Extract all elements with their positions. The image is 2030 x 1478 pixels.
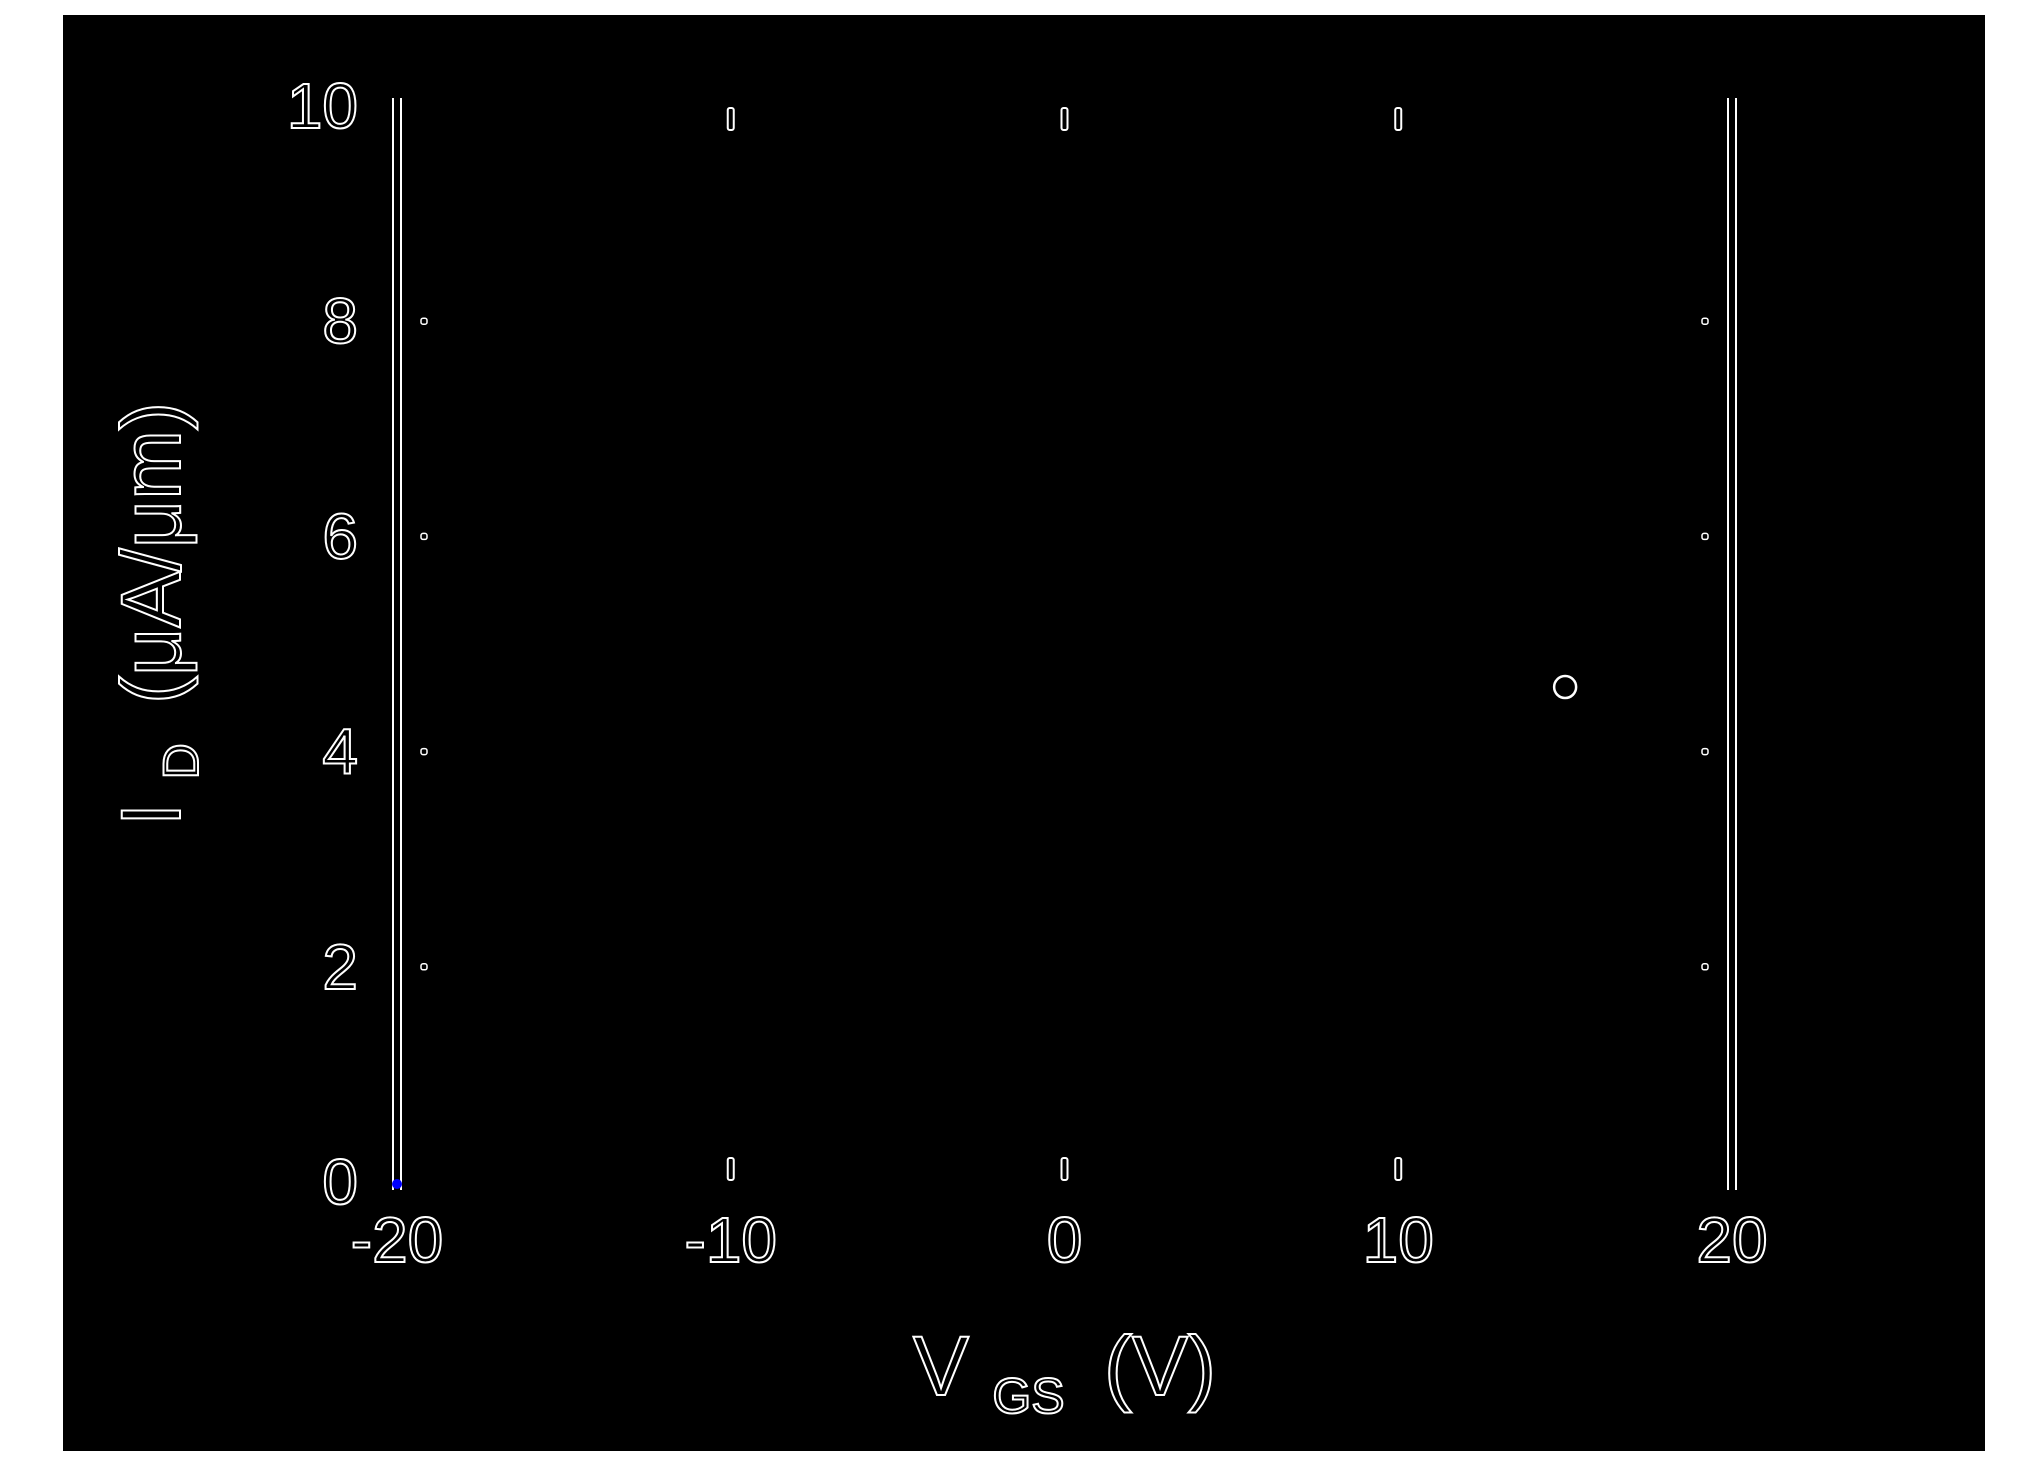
x-tick-label: 0 [1047, 1204, 1083, 1276]
y-axis-title-main: I [104, 803, 198, 826]
y-tick-right [1701, 532, 1709, 541]
y-tick-label: 0 [322, 1146, 358, 1218]
ticks-layer [420, 107, 1709, 1181]
x-tick-label: 20 [1696, 1204, 1767, 1276]
y-tick-left [420, 532, 428, 541]
data-point [1552, 674, 1578, 700]
x-axis-title-main: V [913, 1319, 969, 1413]
x-tick-top [1060, 107, 1069, 131]
y-tick-left [420, 317, 428, 325]
tick-labels-layer: -20 -10 0 10 20 0 2 4 6 8 10 [286, 69, 1769, 1277]
y-tick-label: 10 [287, 70, 358, 142]
y-tick-label: 8 [322, 285, 358, 357]
x-tick-bottom [1060, 1157, 1069, 1181]
y-tick-label: 2 [322, 931, 358, 1003]
data-points-layer [392, 674, 1578, 1189]
data-point [392, 1179, 402, 1189]
y-axis-title: I D (μA/μm) [104, 402, 216, 826]
y-tick-right [1701, 317, 1709, 325]
x-tick-top [1394, 107, 1403, 131]
axes-layer [392, 98, 1737, 1190]
x-axis-title-unit: (V) [1104, 1319, 1216, 1413]
x-axis-title-subscript: GS [992, 1368, 1064, 1424]
x-axis-title: V GS (V) [913, 1319, 1216, 1431]
x-tick-bottom [1394, 1157, 1403, 1181]
y-axis-title-unit: (μA/μm) [104, 402, 198, 704]
x-tick-bottom [726, 1157, 735, 1181]
y-tick-left [420, 963, 428, 971]
y-tick-label: 4 [322, 716, 358, 788]
y-tick-label: 6 [322, 500, 358, 572]
scatter-chart: -20 -10 0 10 20 0 2 4 6 8 10 V GS (V) I D (μA/μm) [103, 69, 1769, 1431]
x-tick-label: -10 [685, 1204, 778, 1276]
y-tick-right [1701, 963, 1709, 971]
y-axis-title-subscript: D [153, 743, 209, 779]
y-tick-right [1701, 747, 1709, 756]
x-tick-label: 10 [1363, 1204, 1434, 1276]
x-tick-top [726, 107, 735, 131]
x-tick-label: -20 [351, 1204, 444, 1276]
y-tick-left [420, 747, 428, 756]
